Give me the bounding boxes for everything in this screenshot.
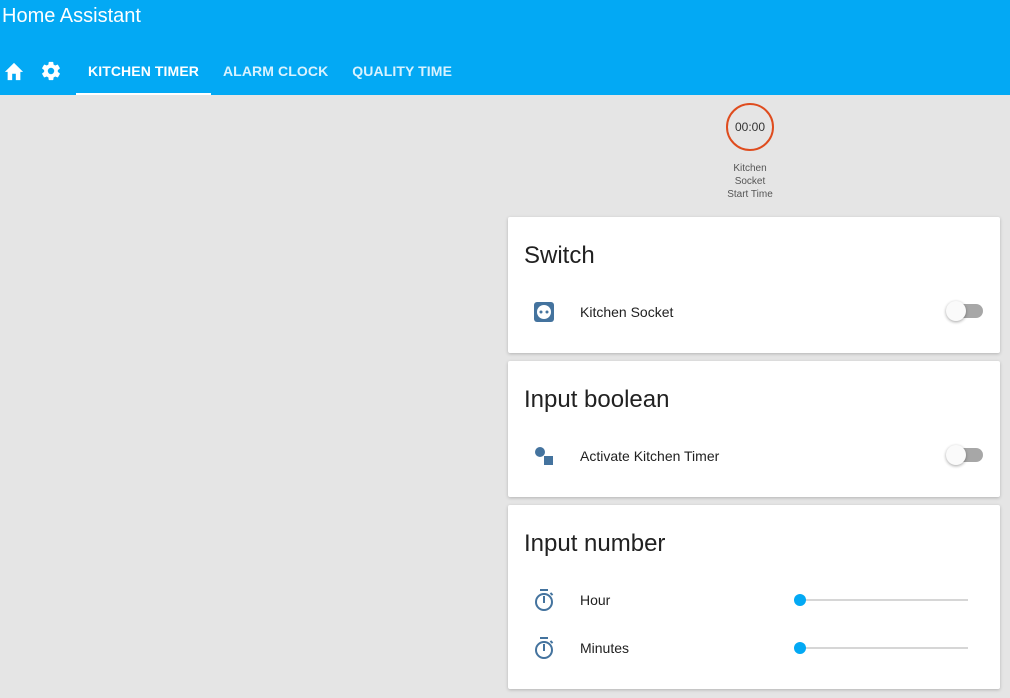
entity-label: Kitchen Socket xyxy=(580,304,674,320)
settings-tab[interactable] xyxy=(37,47,65,95)
entity-row-hour: Hour xyxy=(524,580,984,620)
toggle-knob xyxy=(946,445,966,465)
entity-row-kitchen-socket[interactable]: Kitchen Socket xyxy=(524,292,984,332)
slider-knob[interactable] xyxy=(794,594,806,606)
gear-icon xyxy=(42,61,60,81)
input-number-card: Input number Hour Minutes xyxy=(508,505,1000,689)
entity-row-activate-kitchen-timer[interactable]: Activate Kitchen Timer xyxy=(524,436,984,476)
timer-icon xyxy=(524,580,564,620)
card-title: Input boolean xyxy=(524,386,670,413)
home-tab[interactable] xyxy=(0,47,28,95)
card-title: Input number xyxy=(524,530,666,557)
timer-icon xyxy=(524,628,564,668)
tab-alarm-clock[interactable]: ALARM CLOCK xyxy=(211,47,340,95)
shape-icon xyxy=(524,436,564,476)
hour-slider[interactable] xyxy=(794,594,968,606)
activate-kitchen-timer-toggle[interactable] xyxy=(946,445,983,465)
badge-label-line: Kitchen xyxy=(733,163,767,174)
app-title: Home Assistant xyxy=(2,5,141,27)
entity-label: Activate Kitchen Timer xyxy=(580,448,720,464)
input-boolean-card: Input boolean Activate Kitchen Timer xyxy=(508,361,1000,497)
tab-kitchen-timer[interactable]: KITCHEN TIMER xyxy=(76,47,211,95)
view-tabs: KITCHEN TIMER ALARM CLOCK QUALITY TIME xyxy=(0,47,464,95)
kitchen-socket-start-time-badge[interactable]: 00:00 Kitchen Socket Start Time xyxy=(725,103,775,201)
tab-quality-time[interactable]: QUALITY TIME xyxy=(340,47,464,95)
minutes-slider[interactable] xyxy=(794,642,968,654)
switch-card: Switch Kitchen Socket xyxy=(508,217,1000,353)
badge-label-line: Socket xyxy=(734,176,766,187)
app-header: Home Assistant KITCHEN TIMER ALARM CLOCK… xyxy=(0,0,1010,95)
kitchen-socket-toggle[interactable] xyxy=(946,301,983,321)
badge-label-line: Start Time xyxy=(727,189,773,200)
card-title: Switch xyxy=(524,242,595,269)
entity-row-minutes: Minutes xyxy=(524,628,984,668)
power-socket-icon xyxy=(524,292,564,332)
slider-knob[interactable] xyxy=(794,642,806,654)
home-icon xyxy=(4,62,24,81)
badge-value: 00:00 xyxy=(726,103,774,151)
badge-label: Kitchen Socket Start Time xyxy=(720,162,780,201)
toggle-knob xyxy=(946,301,966,321)
